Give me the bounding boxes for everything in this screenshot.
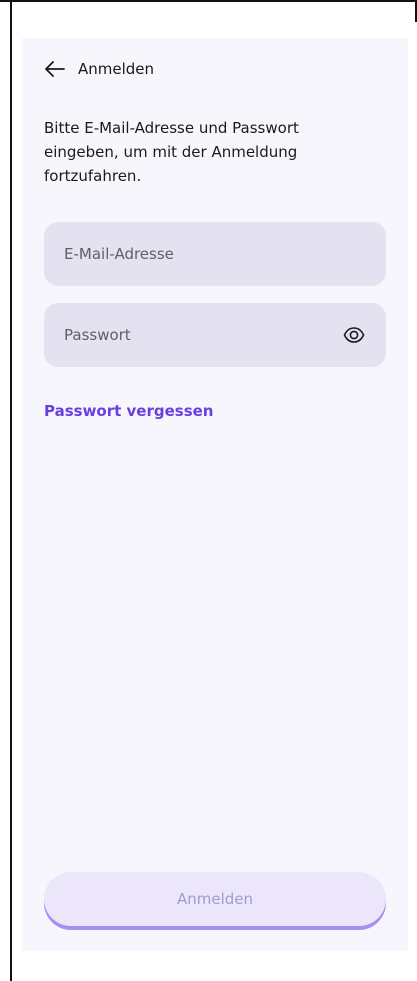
password-field[interactable] — [44, 303, 386, 367]
intro-text: Bitte E-Mail-Adresse und Passwort eingeb… — [44, 119, 299, 185]
eye-icon[interactable] — [342, 323, 366, 347]
frame-top-border — [0, 0, 417, 2]
forgot-password-link[interactable]: Passwort vergessen — [44, 402, 214, 420]
frame-left-border — [10, 0, 12, 981]
login-button[interactable]: Anmelden — [44, 872, 386, 926]
page-title: Anmelden — [78, 60, 155, 78]
email-field[interactable] — [44, 222, 386, 286]
top-bar: Anmelden — [44, 58, 154, 80]
email-input[interactable] — [64, 245, 366, 263]
password-input[interactable] — [64, 326, 342, 344]
login-screen: Anmelden Bitte E-Mail-Adresse und Passwo… — [22, 38, 408, 951]
arrow-left-icon[interactable] — [44, 58, 66, 80]
